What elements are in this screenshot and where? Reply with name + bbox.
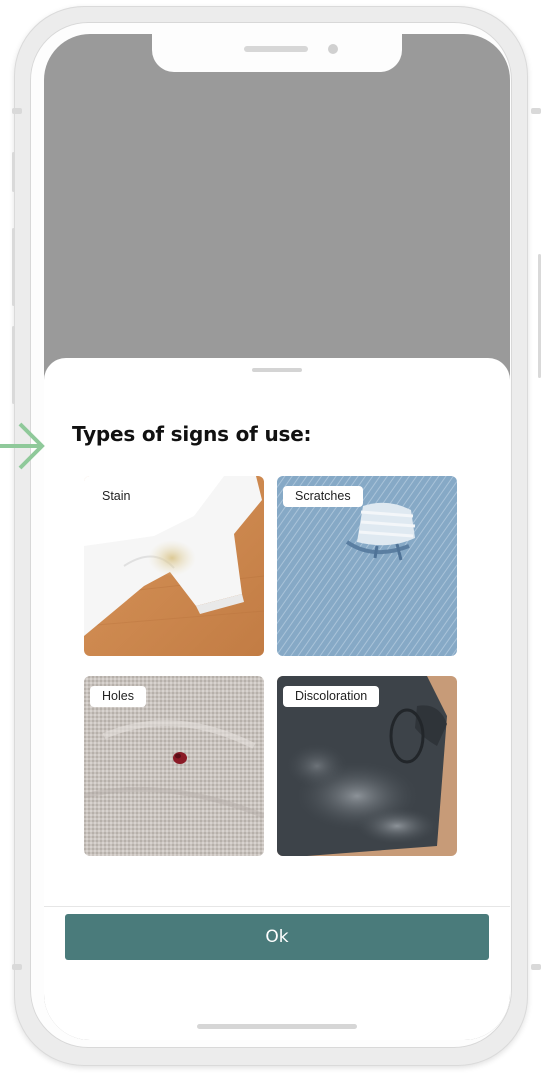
tile-stain: Stain [84,476,264,656]
volume-up-button [12,228,15,306]
notch [152,34,402,72]
volume-down-button [12,326,15,404]
frame-antenna-band [531,108,541,114]
frame-antenna-band [531,964,541,970]
speaker-grille [244,46,308,52]
mute-switch [12,152,15,192]
arrow-right-icon [0,422,45,470]
ok-button[interactable]: Ok [65,914,489,960]
bottom-sheet: Types of signs of use: Stain Scratches H… [44,358,510,1040]
front-camera [328,44,338,54]
sheet-title: Types of signs of use: [72,422,312,446]
phone-screen: Types of signs of use: Stain Scratches H… [44,34,510,1040]
tile-scratches: Scratches [277,476,457,656]
frame-antenna-band [12,108,22,114]
power-button [538,254,541,378]
tile-label-stain: Stain [90,486,143,507]
tile-label-scratches: Scratches [283,486,363,507]
home-indicator [197,1024,357,1029]
sheet-divider [44,906,510,907]
device-mockup: Types of signs of use: Stain Scratches H… [0,0,543,1074]
tile-holes: Holes [84,676,264,856]
frame-antenna-band [12,964,22,970]
tile-label-holes: Holes [90,686,146,707]
sheet-drag-handle[interactable] [252,368,302,372]
tile-discoloration: Discoloration [277,676,457,856]
tile-label-discoloration: Discoloration [283,686,380,707]
signs-of-use-grid: Stain Scratches Holes Discoloration [84,476,458,856]
